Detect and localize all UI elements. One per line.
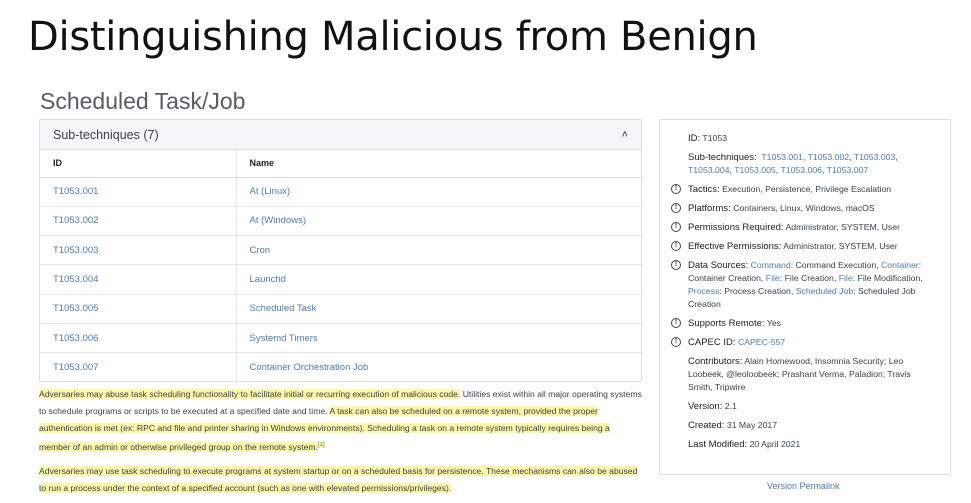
data-source-link[interactable]: Command [751, 260, 791, 270]
subtechnique-link[interactable]: T1053.004 [688, 165, 730, 175]
highlighted-text: Adversaries may abuse task scheduling fu… [39, 389, 461, 399]
capec-label: CAPEC ID: [688, 337, 736, 348]
permissions-required-value: Administrator, SYSTEM, User [785, 222, 900, 232]
info-circle-icon[interactable]: ! [671, 222, 681, 232]
description-paragraph-2: Adversaries may use task scheduling to e… [39, 463, 642, 497]
subtechnique-link[interactable]: T1053.006 [780, 165, 822, 175]
table-row: T1053.004 Launchd [40, 264, 641, 295]
subtechnique-link[interactable]: T1053.002 [808, 152, 850, 162]
created-label: Created: [688, 420, 725, 431]
subtechnique-id-link[interactable]: T1053.004 [40, 264, 237, 295]
info-tactics: ! Tactics: Execution, Persistence, Privi… [671, 183, 936, 196]
last-modified-value: 20 April 2021 [749, 439, 801, 449]
version-permalink-link[interactable]: Version Permalink [767, 481, 840, 491]
table-row: T1053.001 At (Linux) [40, 177, 641, 207]
info-circle-icon[interactable]: ! [671, 260, 681, 270]
subtechnique-id-link[interactable]: T1053.007 [40, 352, 237, 383]
info-circle-icon[interactable]: ! [671, 203, 681, 213]
info-circle-icon[interactable]: ! [671, 241, 681, 251]
info-last-modified: Last Modified: 20 April 2021 [688, 438, 936, 451]
info-created: Created: 31 May 2017 [688, 419, 936, 432]
info-circle-icon[interactable]: ! [671, 184, 681, 194]
subtechniques-table: ID Name T1053.001 At (Linux) T1053.002 At (… [40, 150, 641, 383]
permissions-required-label: Permissions Required: [688, 222, 784, 233]
subtechnique-name-link[interactable]: Systemd Timers [236, 323, 641, 354]
subtechnique-name-link[interactable]: Scheduled Task [236, 294, 641, 324]
subtechnique-link[interactable]: T1053.005 [734, 165, 776, 175]
highlighted-text: Adversaries may use task scheduling to e… [39, 466, 638, 493]
subtechniques-panel: Sub-techniques (7) ˄ ID Name T1053.001 At… [39, 119, 642, 383]
version-value: 2.1 [724, 401, 737, 411]
page-heading: Scheduled Task/Job [40, 88, 246, 114]
subtechnique-id-link[interactable]: T1053.003 [40, 235, 237, 266]
subtechnique-name-link[interactable]: At (Windows) [236, 206, 641, 237]
supports-remote-value: Yes [766, 318, 782, 328]
technique-info-card: ID: T1053 Sub-techniques: T1053.001, T10… [659, 119, 951, 475]
subtechnique-id-link[interactable]: T1053.002 [40, 206, 237, 237]
supports-remote-label: Supports Remote: [688, 318, 765, 329]
info-effective-permissions: ! Effective Permissions: Administrator, … [671, 240, 936, 253]
info-subtechniques: Sub-techniques: T1053.001, T1053.002, T1… [688, 152, 898, 175]
effective-permissions-label: Effective Permissions: [688, 241, 782, 252]
subtechniques-title: Sub-techniques (7) [53, 127, 159, 142]
subtechnique-id-link[interactable]: T1053.005 [40, 294, 237, 324]
data-source-link[interactable]: File [839, 273, 853, 283]
platforms-label: Platforms: [688, 203, 731, 214]
info-platforms: ! Platforms: Containers, Linux, Windows,… [671, 202, 936, 215]
citation-link[interactable]: [1] [317, 442, 325, 448]
tactics-value: Execution, Persistence, Privilege Escala… [722, 184, 892, 194]
slide-title: Distinguishing Malicious from Benign [28, 14, 758, 60]
subtechnique-name-link[interactable]: Launchd [236, 264, 641, 295]
column-header-name: Name [236, 150, 641, 178]
info-id: ID: T1053 [688, 132, 936, 145]
info-permissions-required: ! Permissions Required: Administrator, S… [671, 221, 936, 234]
table-row: T1053.002 At (Windows) [40, 206, 641, 237]
info-version: Version: 2.1 [688, 400, 936, 413]
chevron-up-icon[interactable]: ˄ [622, 129, 628, 141]
subtechnique-link[interactable]: T1053.001 [761, 152, 803, 162]
id-value: T1053 [702, 133, 728, 143]
last-modified-label: Last Modified: [688, 439, 748, 450]
subtechniques-label: Sub-techniques: [688, 152, 757, 163]
effective-permissions-value: Administrator, SYSTEM, User [783, 241, 898, 251]
info-circle-icon[interactable]: ! [671, 337, 681, 347]
table-row: T1053.003 Cron [40, 235, 641, 266]
table-row: T1053.006 Systemd Timers [40, 323, 641, 354]
info-capec: ! CAPEC ID: CAPEC-557 [671, 336, 936, 349]
table-row: T1053.005 Scheduled Task [40, 294, 641, 324]
data-sources-label: Data Sources: [688, 260, 749, 271]
data-source-text: : File Creation, [779, 273, 837, 283]
platforms-value: Containers, Linux, Windows, macOS [733, 203, 875, 213]
created-value: 31 May 2017 [726, 420, 778, 430]
info-contributors: Contributors: Alain Homewood, Insomnia S… [688, 355, 936, 394]
subtechnique-name-link[interactable]: At (Linux) [236, 177, 641, 207]
data-source-link[interactable]: Container [881, 260, 919, 270]
data-source-text: : Process Creation, [719, 286, 794, 296]
description-paragraph-1: Adversaries may abuse task scheduling fu… [39, 386, 642, 456]
capec-link[interactable]: CAPEC-557 [738, 337, 785, 347]
subtechnique-id-link[interactable]: T1053.006 [40, 323, 237, 354]
data-source-text: : Command Execution, [790, 260, 879, 270]
subtechniques-header[interactable]: Sub-techniques (7) ˄ [40, 120, 641, 150]
table-row: T1053.007 Container Orchestration Job [40, 352, 641, 383]
info-circle-icon[interactable]: ! [671, 318, 681, 328]
info-data-sources: ! Data Sources: Command: Command Executi… [671, 259, 936, 311]
data-source-link[interactable]: Process [688, 286, 719, 296]
subtechniques-rows: T1053.001 At (Linux) T1053.002 At (Windows)… [40, 177, 641, 383]
subtechnique-name-link[interactable]: Cron [236, 235, 641, 266]
subtechnique-link[interactable]: T1053.003 [854, 152, 896, 162]
subtechnique-id-link[interactable]: T1053.001 [40, 177, 237, 207]
version-label: Version: [688, 401, 723, 412]
column-header-id: ID [40, 150, 237, 178]
data-source-link[interactable]: File [766, 273, 780, 283]
info-supports-remote: ! Supports Remote: Yes [671, 317, 936, 330]
id-label: ID: [688, 133, 701, 144]
contributors-label: Contributors: [688, 356, 743, 367]
data-source-link[interactable]: Scheduled Job [796, 286, 853, 296]
subtechnique-name-link[interactable]: Container Orchestration Job [236, 353, 641, 382]
tactics-label: Tactics: [688, 184, 720, 195]
subtechnique-link[interactable]: T1053.007 [827, 165, 869, 175]
data-source-text: : File Modification, [852, 273, 923, 283]
